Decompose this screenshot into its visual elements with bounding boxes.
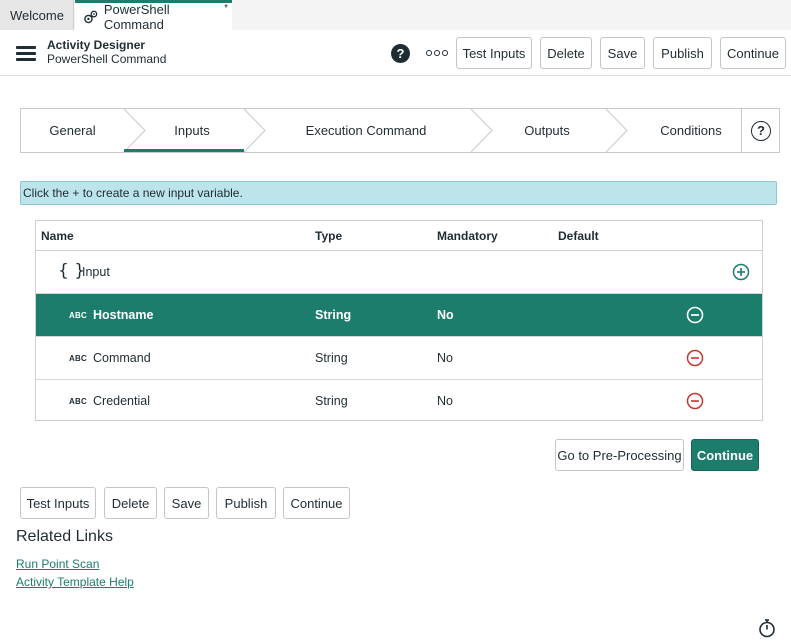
table-row[interactable]: ABC Hostname String No bbox=[36, 294, 762, 337]
activity-stepper: General Inputs Execution Command Outputs… bbox=[20, 108, 780, 153]
input-group-row: { } Input bbox=[36, 251, 762, 294]
add-input-icon[interactable] bbox=[732, 263, 750, 281]
bottom-continue-button[interactable]: Continue bbox=[283, 487, 350, 519]
continue-button[interactable]: Continue bbox=[720, 37, 786, 69]
group-label: Input bbox=[82, 265, 110, 279]
delete-button[interactable]: Delete bbox=[540, 37, 592, 69]
more-options-icon[interactable] bbox=[426, 48, 448, 58]
stopwatch-icon[interactable] bbox=[757, 618, 777, 638]
remove-input-icon[interactable] bbox=[686, 392, 704, 410]
step-general[interactable]: General bbox=[21, 109, 124, 152]
save-button[interactable]: Save bbox=[600, 37, 645, 69]
help-icon[interactable]: ? bbox=[391, 44, 410, 63]
tab-welcome-label: Welcome bbox=[10, 7, 64, 23]
inputs-table: Name Type Mandatory Default { } Input AB… bbox=[35, 220, 763, 421]
help-icon: ? bbox=[751, 120, 771, 141]
variable-mandatory: No bbox=[437, 308, 454, 322]
variable-name: Command bbox=[93, 351, 151, 365]
remove-input-icon[interactable] bbox=[686, 349, 704, 367]
tab-powershell-command-label: PowerShell Command bbox=[103, 1, 170, 32]
link-run-point-scan[interactable]: Run Point Scan bbox=[16, 557, 99, 571]
column-type: Type bbox=[315, 229, 343, 243]
column-name: Name bbox=[41, 229, 74, 243]
page-title: Activity Designer bbox=[47, 38, 146, 52]
table-row[interactable]: ABC Credential String No bbox=[36, 380, 762, 423]
stepper-help-button[interactable]: ? bbox=[741, 109, 780, 152]
table-row[interactable]: ABC Command String No bbox=[36, 337, 762, 380]
menu-icon[interactable] bbox=[16, 46, 38, 62]
gears-icon bbox=[84, 10, 98, 23]
step-outputs[interactable]: Outputs bbox=[479, 109, 615, 152]
publish-button[interactable]: Publish bbox=[653, 37, 712, 69]
variable-name: Credential bbox=[93, 394, 150, 408]
info-message: Click the + to create a new input variab… bbox=[20, 181, 777, 205]
remove-input-icon[interactable] bbox=[686, 306, 704, 324]
step-inputs[interactable]: Inputs bbox=[132, 109, 252, 152]
bottom-publish-button[interactable]: Publish bbox=[216, 487, 276, 519]
form-continue-button[interactable]: Continue bbox=[691, 439, 759, 471]
step-conditions[interactable]: Conditions bbox=[621, 109, 761, 152]
page-subtitle: PowerShell Command bbox=[47, 52, 167, 66]
step-execution-command[interactable]: Execution Command bbox=[257, 109, 475, 152]
bottom-test-inputs-button[interactable]: Test Inputs bbox=[20, 487, 96, 519]
tab-welcome[interactable]: Welcome bbox=[0, 0, 74, 30]
related-links-title: Related Links bbox=[16, 528, 113, 545]
link-activity-template-help[interactable]: Activity Template Help bbox=[16, 575, 134, 589]
bottom-save-button[interactable]: Save bbox=[164, 487, 209, 519]
object-braces-icon: { } bbox=[58, 261, 86, 281]
variable-type: String bbox=[315, 394, 348, 408]
go-to-preprocessing-button[interactable]: Go to Pre-Processing bbox=[555, 439, 684, 471]
test-inputs-button[interactable]: Test Inputs bbox=[456, 37, 532, 69]
variable-type: String bbox=[315, 308, 352, 322]
variable-name: Hostname bbox=[93, 308, 154, 322]
variable-type: String bbox=[315, 351, 348, 365]
tab-powershell-command[interactable]: PowerShell Command * bbox=[75, 0, 232, 32]
activity-header: Activity Designer PowerShell Command ? T… bbox=[0, 30, 791, 76]
string-type-icon: ABC bbox=[69, 311, 87, 320]
tab-bar: Welcome PowerShell Command * bbox=[0, 0, 791, 32]
string-type-icon: ABC bbox=[69, 354, 87, 363]
column-default: Default bbox=[558, 229, 599, 243]
active-step-indicator bbox=[124, 149, 244, 152]
table-header: Name Type Mandatory Default bbox=[36, 221, 762, 251]
bottom-delete-button[interactable]: Delete bbox=[104, 487, 157, 519]
column-mandatory: Mandatory bbox=[437, 229, 498, 243]
string-type-icon: ABC bbox=[69, 397, 87, 406]
variable-mandatory: No bbox=[437, 351, 453, 365]
variable-mandatory: No bbox=[437, 394, 453, 408]
unsaved-marker: * bbox=[224, 3, 228, 14]
